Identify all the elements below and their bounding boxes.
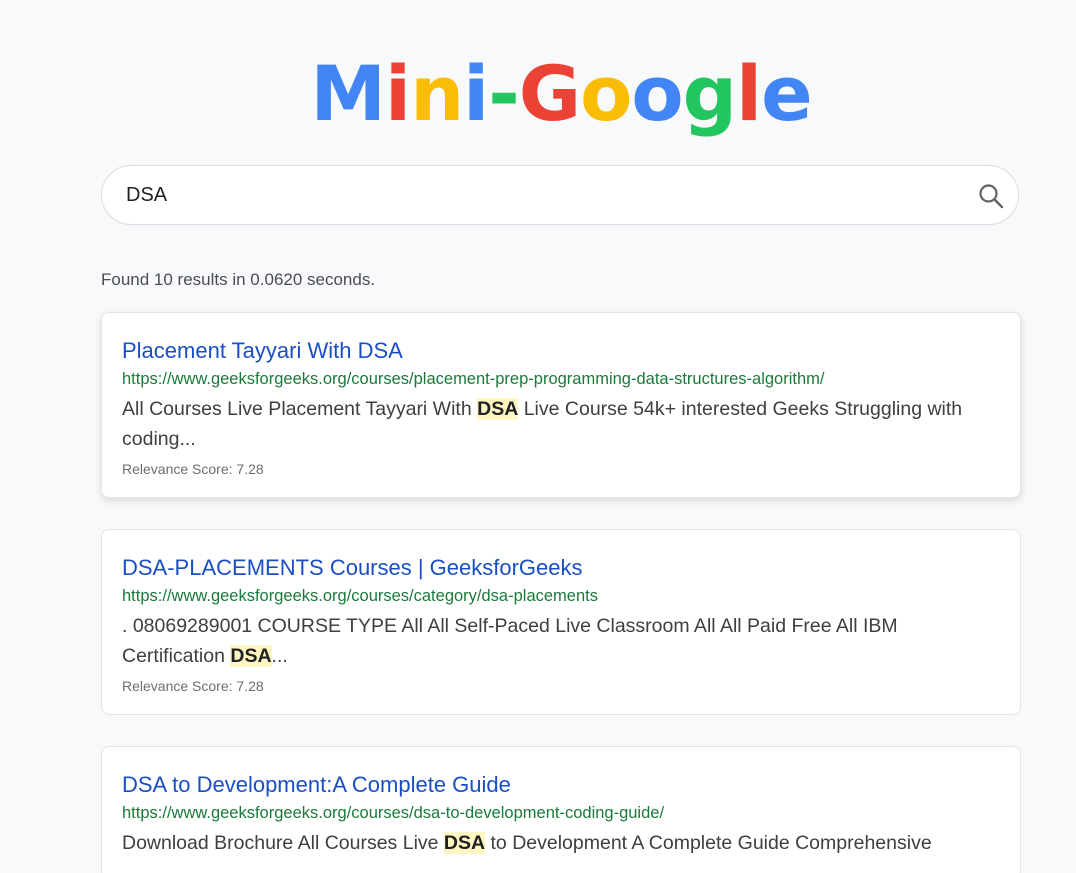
snippet-highlight: DSA [230,645,272,667]
relevance-score: Relevance Score: 7.28 [122,678,264,694]
result-card: Placement Tayyari With DSA https://www.g… [101,312,1021,498]
logo-letter: M [310,49,386,138]
result-snippet: . 08069289001 COURSE TYPE All All Self-P… [122,611,1000,671]
logo-letter: o [631,49,683,138]
logo-letter: g [682,49,737,138]
search-input[interactable] [126,166,946,224]
snippet-highlight: DSA [477,398,519,420]
result-url: https://www.geeksforgeeks.org/courses/ds… [122,804,665,822]
snippet-text: Download Brochure All Courses Live [122,832,444,854]
result-title-link[interactable]: DSA to Development:A Complete Guide [122,770,1000,800]
logo-letter: G [518,49,581,138]
result-snippet: All Courses Live Placement Tayyari With … [122,394,1000,454]
results-stats: Found 10 results in 0.0620 seconds. [101,270,376,289]
result-card: DSA to Development:A Complete Guide http… [101,746,1021,873]
logo-letter: n [410,49,464,138]
logo-letter: e [761,49,813,138]
snippet-text: ... [271,645,288,667]
logo-letter: i [385,49,411,138]
result-snippet: Download Brochure All Courses Live DSA t… [122,828,1000,858]
search-bar [101,165,1019,225]
logo: Mini-Google [0,44,1076,144]
relevance-score: Relevance Score: 7.28 [122,461,264,477]
snippet-highlight: DSA [443,832,486,854]
result-url: https://www.geeksforgeeks.org/courses/pl… [122,370,825,388]
result-card: DSA-PLACEMENTS Courses | GeeksforGeeks h… [101,529,1021,715]
search-icon[interactable] [978,183,1004,209]
search-page: Mini-Google Found 10 results in 0.0620 s… [0,0,1076,873]
logo-letter: l [736,49,762,138]
logo-letter: o [580,49,632,138]
results-list: Placement Tayyari With DSA https://www.g… [101,312,1021,873]
snippet-text: to Development A Complete Guide Comprehe… [485,832,932,854]
result-url: https://www.geeksforgeeks.org/courses/ca… [122,587,598,605]
logo-letter: - [488,49,520,138]
result-title-link[interactable]: Placement Tayyari With DSA [122,336,1000,366]
result-title-link[interactable]: DSA-PLACEMENTS Courses | GeeksforGeeks [122,553,1000,583]
snippet-text: All Courses Live Placement Tayyari With [122,398,478,420]
logo-letter: i [463,49,489,138]
